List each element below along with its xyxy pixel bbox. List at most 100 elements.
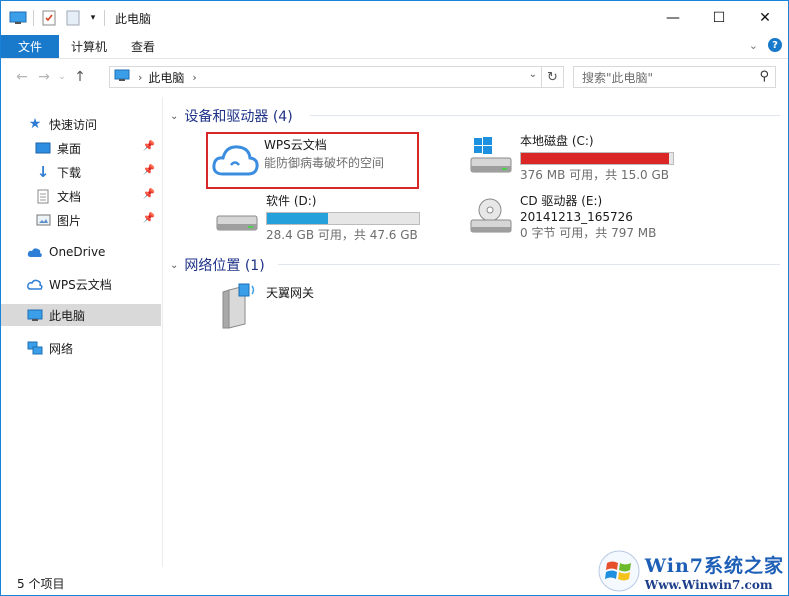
free-space: 28.4 GB 可用，共 47.6 GB [266,228,418,242]
usage-fill [267,213,329,224]
close-button[interactable]: ✕ [742,1,788,35]
tab-file[interactable]: 文件 [1,35,59,58]
sidebar-item-label: 图片 [57,213,82,228]
sidebar-item-label: 桌面 [57,141,82,156]
pin-icon[interactable]: 📌 [143,141,155,152]
drive-d[interactable]: 软件 (D:) 28.4 GB 可用，共 47.6 GB [212,193,420,243]
window-title: 此电脑 [115,11,152,26]
chevron-down-icon[interactable]: ⌄ [529,69,537,80]
group-devices[interactable]: ⌄ 设备和驱动器 (4) [170,106,782,126]
sidebar-item-label: WPS云文档 [49,277,112,292]
navigation-bar: ← → ⌄ ↑ › 此电脑 › ⌄ ↻ 搜索"此电脑" ⚲ [1,63,788,91]
sidebar-item-wps[interactable]: WPS云文档 [1,273,161,295]
forward-icon[interactable]: → [33,65,55,89]
item-name: 天翼网关 [266,286,315,300]
minimize-button[interactable]: — [650,1,696,35]
network-icon [27,340,43,356]
window-controls: — ☐ ✕ [650,1,788,35]
cloud-icon [27,244,43,260]
windows-drive-icon [466,133,516,179]
computer-icon [114,69,130,85]
search-icon[interactable]: ⚲ [759,69,769,84]
sidebar-item-quick-access[interactable]: ★ 快速访问 [1,113,161,135]
cd-drive-icon [466,193,516,239]
group-network[interactable]: ⌄ 网络位置 (1) [170,255,782,275]
disc-label: 20141213_165726 [520,210,633,224]
desktop-icon [35,140,51,156]
free-space: 0 字节 可用，共 797 MB [520,226,657,240]
item-name: CD 驱动器 (E:) [520,194,603,208]
item-name: 软件 (D:) [266,194,317,208]
ribbon-right: ⌄ ? [749,38,782,52]
item-info: 本地磁盘 (C:) 376 MB 可用，共 15.0 GB [520,133,674,183]
wps-cloud-icon [27,276,43,292]
sidebar-item-pictures[interactable]: 图片 📌 [1,209,161,231]
sidebar-item-onedrive[interactable]: OneDrive [1,241,161,263]
group-title: 设备和驱动器 (4) [184,109,293,125]
navigation-pane: ★ 快速访问 桌面 📌 ↓ 下载 📌 文档 📌 图片 � [1,97,163,567]
address-bar[interactable]: › 此电脑 › ⌄ ↻ [109,66,564,88]
item-info: 软件 (D:) 28.4 GB 可用，共 47.6 GB [266,193,420,243]
pin-icon[interactable]: 📌 [143,213,155,224]
computer-icon[interactable] [9,10,27,26]
watermark: Win7系统之家 Www.Winwin7.com [597,549,784,593]
properties-icon[interactable] [40,10,58,26]
sidebar-item-label: 文档 [57,189,82,204]
usage-bar [266,212,420,225]
usage-fill [521,153,670,164]
sidebar-item-label: 快速访问 [49,117,98,132]
highlight-box [206,132,419,189]
chevron-right-icon[interactable]: › [192,71,196,84]
pin-icon[interactable]: 📌 [143,189,155,200]
collapse-icon[interactable]: ⌄ [170,111,178,122]
sidebar-item-documents[interactable]: 文档 📌 [1,185,161,207]
sidebar-item-label: 此电脑 [49,308,86,323]
collapse-icon[interactable]: ⌄ [170,260,178,271]
group-divider [278,264,780,265]
new-folder-icon[interactable] [64,10,82,26]
drive-icon [212,193,262,239]
item-info: 天翼网关 [266,281,314,333]
watermark-title: Win7系统之家 [644,554,784,577]
document-icon [35,188,51,204]
star-icon: ★ [28,116,42,132]
sidebar-item-label: 网络 [49,341,74,356]
tab-computer[interactable]: 计算机 [59,35,119,58]
usage-bar [520,152,674,165]
chevron-right-icon[interactable]: › [138,71,142,84]
network-device[interactable]: 天翼网关 [216,281,314,333]
computer-icon [27,307,43,323]
breadcrumb[interactable]: 此电脑 [148,69,184,86]
search-placeholder: 搜索"此电脑" [582,70,654,85]
customize-qat-icon[interactable]: ▾ [88,10,98,26]
up-icon[interactable]: ↑ [69,65,91,89]
refresh-icon[interactable]: ↻ [541,67,563,87]
router-icon [216,281,262,333]
sidebar-item-downloads[interactable]: ↓ 下载 📌 [1,161,161,183]
group-title: 网络位置 (1) [184,258,265,274]
free-space: 376 MB 可用，共 15.0 GB [520,168,669,182]
sidebar-item-label: OneDrive [49,245,106,259]
help-icon[interactable]: ? [768,38,782,52]
ribbon-tabs: 文件 计算机 查看 ⌄ ? [1,35,788,59]
watermark-text: Win7系统之家 Www.Winwin7.com [645,551,784,592]
sidebar-item-network[interactable]: 网络 [1,337,161,359]
content-pane: ⌄ 设备和驱动器 (4) WPS云文档 能防御病毒破坏的空间 本地磁盘 (C:)… [164,97,788,567]
item-info: CD 驱动器 (E:) 20141213_165726 0 字节 可用，共 79… [520,193,656,241]
sidebar-item-this-pc[interactable]: 此电脑 [1,304,161,326]
back-icon[interactable]: ← [11,65,33,89]
search-input[interactable]: 搜索"此电脑" ⚲ [573,66,776,88]
sidebar-item-label: 下载 [57,165,82,180]
tab-view[interactable]: 查看 [119,35,167,58]
picture-icon [35,212,51,228]
explorer-window: ▾ 此电脑 — ☐ ✕ 文件 计算机 查看 ⌄ ? ← → ⌄ ↑ › 此电脑 [0,0,789,596]
recent-locations-icon[interactable]: ⌄ [55,65,69,89]
pin-icon[interactable]: 📌 [143,165,155,176]
watermark-url: Www.Winwin7.com [644,577,773,592]
drive-c[interactable]: 本地磁盘 (C:) 376 MB 可用，共 15.0 GB [466,133,674,183]
expand-ribbon-icon[interactable]: ⌄ [749,39,758,52]
sidebar-item-desktop[interactable]: 桌面 📌 [1,137,161,159]
group-divider [310,115,780,116]
maximize-button[interactable]: ☐ [696,1,742,35]
drive-e[interactable]: CD 驱动器 (E:) 20141213_165726 0 字节 可用，共 79… [466,193,656,241]
